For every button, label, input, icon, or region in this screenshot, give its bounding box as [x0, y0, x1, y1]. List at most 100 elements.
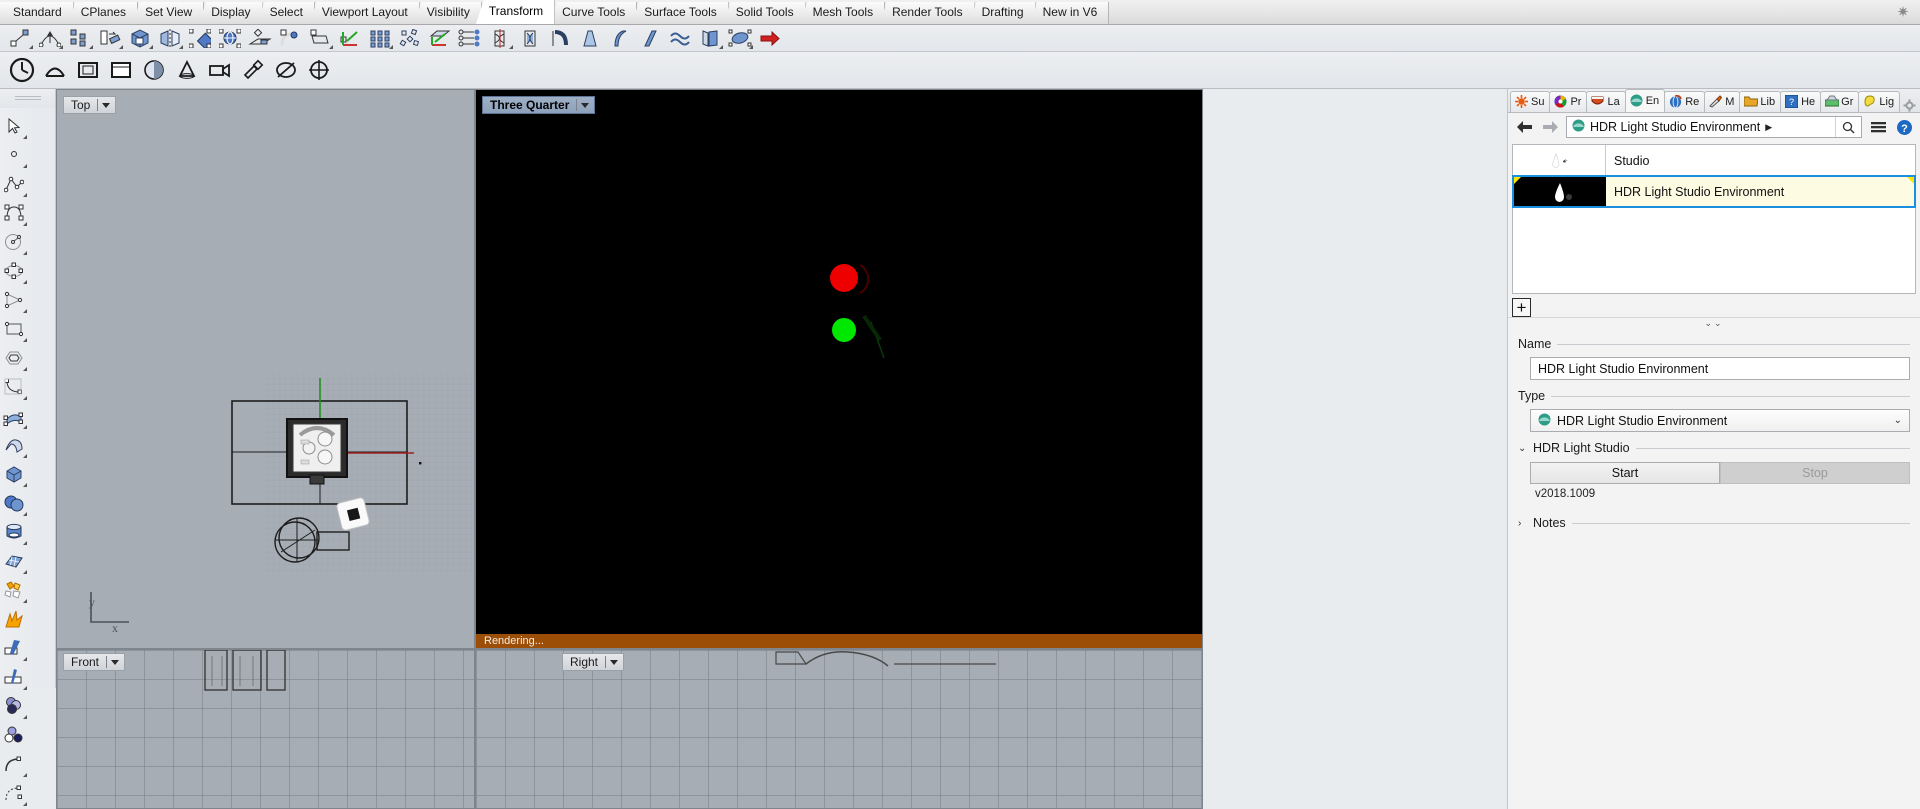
polyline-icon[interactable]: [0, 169, 28, 198]
cylinder-icon[interactable]: [0, 517, 28, 546]
orient-sphere-icon[interactable]: [215, 26, 245, 51]
window-icon[interactable]: [104, 54, 137, 87]
cone-icon[interactable]: [170, 54, 203, 87]
chevron-down-icon[interactable]: [111, 659, 120, 665]
box-solid-icon[interactable]: [0, 459, 28, 488]
type-select[interactable]: HDR Light Studio Environment ⌄: [1530, 409, 1910, 432]
panel-tab-he[interactable]: ? He: [1780, 91, 1822, 112]
panel-tab-en[interactable]: En: [1624, 89, 1666, 112]
paint-icon[interactable]: [236, 54, 269, 87]
search-icon[interactable]: [1835, 117, 1861, 137]
move-icon[interactable]: [5, 26, 35, 51]
bend-icon[interactable]: [35, 26, 65, 51]
flow-surface-icon[interactable]: [635, 26, 665, 51]
menu-tab-visibility[interactable]: Visibility: [413, 2, 482, 24]
taper-icon[interactable]: [575, 26, 605, 51]
cage-edit-icon[interactable]: [725, 26, 755, 51]
gear-icon[interactable]: [1903, 99, 1916, 112]
flame-icon[interactable]: [0, 604, 28, 633]
boolean-union-icon[interactable]: [0, 691, 28, 720]
menu-tab-new-in-v6[interactable]: New in V6: [1029, 2, 1110, 24]
panel-tab-lig[interactable]: Lig: [1858, 91, 1901, 112]
project-icon[interactable]: [245, 26, 275, 51]
menu-tab-solid-tools[interactable]: Solid Tools: [722, 2, 806, 24]
smooth-icon[interactable]: [275, 26, 305, 51]
chevron-down-icon[interactable]: [581, 102, 590, 108]
split-icon[interactable]: [0, 662, 28, 691]
start-button[interactable]: Start: [1530, 462, 1720, 484]
select-arrow-icon[interactable]: [0, 111, 28, 140]
menu-tab-cplanes[interactable]: CPlanes: [67, 2, 139, 24]
orient-plane-icon[interactable]: [425, 26, 455, 51]
surface-points-icon[interactable]: [0, 401, 28, 430]
panel-tab-gr[interactable]: Gr: [1820, 91, 1860, 112]
chevron-down-icon[interactable]: ⌄: [1894, 415, 1902, 426]
menu-tab-standard[interactable]: Standard: [0, 2, 74, 24]
left-toolbar-grip[interactable]: [0, 89, 56, 108]
viewport-three-quarter[interactable]: Rendering... Three Quarter: [475, 89, 1203, 649]
polygon-icon[interactable]: [0, 285, 28, 314]
breadcrumb[interactable]: HDR Light Studio Environment ▶: [1566, 116, 1862, 138]
viewport-top[interactable]: y x Top: [56, 89, 476, 649]
sphere-boolean-icon[interactable]: [0, 488, 28, 517]
rectangle-icon[interactable]: [0, 314, 28, 343]
mirror-icon[interactable]: [155, 26, 185, 51]
trim-icon[interactable]: [0, 633, 28, 662]
menu-tab-mesh-tools[interactable]: Mesh Tools: [799, 2, 886, 24]
breadcrumb-caret-icon[interactable]: ▶: [1765, 122, 1772, 133]
panel-tab-re[interactable]: Re: [1664, 91, 1706, 112]
fillet-icon[interactable]: [0, 749, 28, 778]
viewport-front[interactable]: Front: [56, 649, 475, 809]
panel-tab-m[interactable]: M: [1704, 91, 1741, 112]
red-arrow-icon[interactable]: [755, 26, 785, 51]
viewport-right[interactable]: Right: [475, 649, 1203, 809]
menu-tab-render-tools[interactable]: Render Tools: [879, 2, 975, 24]
scale-icon[interactable]: [185, 26, 215, 51]
box-edit-icon[interactable]: [125, 26, 155, 51]
menu-tab-drafting[interactable]: Drafting: [968, 2, 1036, 24]
ghost-icon[interactable]: [269, 54, 302, 87]
arc-icon[interactable]: [38, 54, 71, 87]
flow-icon[interactable]: [455, 26, 485, 51]
clock-icon[interactable]: [5, 54, 38, 87]
chevron-down-icon[interactable]: ⌄: [1518, 443, 1527, 454]
curve-control-points-icon[interactable]: [0, 198, 28, 227]
environment-list[interactable]: Studio HDR Light Studio Environment: [1512, 144, 1916, 294]
viewport-right-title[interactable]: Right: [562, 653, 625, 671]
menu-tab-display[interactable]: Display: [198, 2, 263, 24]
blend-icon[interactable]: [0, 778, 28, 807]
close-icon[interactable]: ✷: [1886, 0, 1920, 24]
name-input[interactable]: HDR Light Studio Environment: [1530, 357, 1910, 380]
twist-icon[interactable]: [485, 26, 515, 51]
surface-curve-icon[interactable]: [0, 430, 28, 459]
fold-icon[interactable]: [695, 26, 725, 51]
viewport-three-quarter-title[interactable]: Three Quarter: [482, 96, 596, 114]
panel-tab-su[interactable]: Su: [1510, 91, 1551, 112]
ellipse-icon[interactable]: [0, 256, 28, 285]
chevron-down-icon[interactable]: [610, 659, 619, 665]
hexagon-icon[interactable]: [0, 343, 28, 372]
array-scatter-icon[interactable]: [395, 26, 425, 51]
panel-splitter[interactable]: ⌄⌄: [1508, 317, 1920, 328]
wave-icon[interactable]: [665, 26, 695, 51]
rotate-icon[interactable]: [95, 26, 125, 51]
list-item[interactable]: HDR Light Studio Environment: [1512, 175, 1916, 208]
bend-curve-icon[interactable]: [515, 26, 545, 51]
array-grid-icon[interactable]: [365, 26, 395, 51]
menu-tab-set-view[interactable]: Set View: [132, 2, 205, 24]
cplane-axis-icon[interactable]: [335, 26, 365, 51]
add-environment-button[interactable]: +: [1512, 298, 1531, 317]
boolean-difference-icon[interactable]: [0, 720, 28, 749]
arc-corner-icon[interactable]: [0, 372, 28, 401]
notes-section-header[interactable]: › Notes: [1518, 516, 1910, 530]
hdr-section-header[interactable]: ⌄ HDR Light Studio: [1518, 441, 1910, 455]
list-item[interactable]: Studio: [1513, 145, 1915, 176]
camera-icon[interactable]: [203, 54, 236, 87]
copy-icon[interactable]: [65, 26, 95, 51]
panel-tab-lib[interactable]: Lib: [1739, 91, 1782, 112]
menu-tab-curve-tools[interactable]: Curve Tools: [549, 2, 638, 24]
shear-icon[interactable]: [305, 26, 335, 51]
menu-tab-viewport-layout[interactable]: Viewport Layout: [308, 2, 420, 24]
menu-tab-select[interactable]: Select: [256, 2, 315, 24]
circle-icon[interactable]: [0, 227, 28, 256]
